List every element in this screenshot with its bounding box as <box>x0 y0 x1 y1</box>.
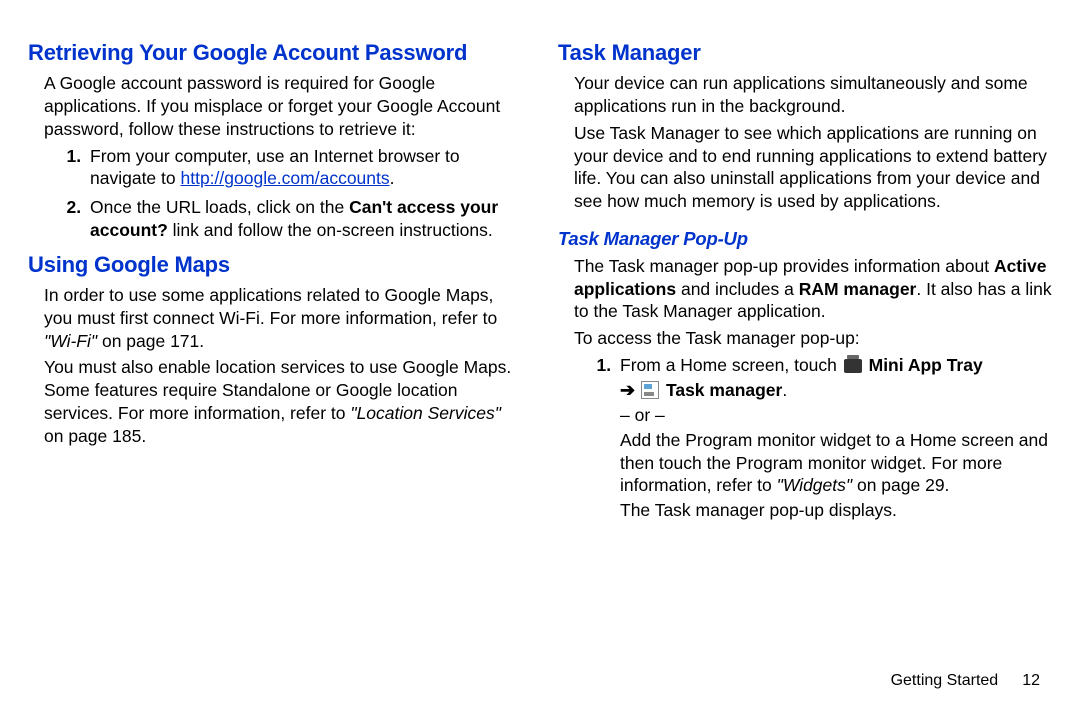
retrieve-intro-text: A Google account password is required fo… <box>44 73 500 139</box>
task-manager-label: Task manager <box>661 380 782 400</box>
maps-p1-a: In order to use some applications relate… <box>44 285 497 328</box>
google-accounts-link[interactable]: http://google.com/accounts <box>180 168 389 188</box>
tmp-a: The Task manager pop-up provides informa… <box>574 256 994 276</box>
tm-step1-a: From a Home screen, touch <box>620 355 842 375</box>
maps-para-1: In order to use some applications relate… <box>28 284 522 352</box>
heading-retrieve-password: Retrieving Your Google Account Password <box>28 40 522 66</box>
mini-app-tray-icon <box>844 359 862 373</box>
tm-popup-para: The Task manager pop-up provides informa… <box>558 255 1052 323</box>
step2-text-a: Once the URL loads, click on the <box>90 197 349 217</box>
tmp-b: and includes a <box>676 279 799 299</box>
tm-steps: From a Home screen, touch Mini App Tray … <box>558 354 1052 522</box>
footer-page-number: 12 <box>1022 672 1040 689</box>
tm-popup-displays: The Task manager pop-up displays. <box>620 499 1052 522</box>
retrieve-intro: A Google account password is required fo… <box>28 72 522 140</box>
step2-text-b: link and follow the on-screen instructio… <box>168 220 493 240</box>
retrieve-step-2: Once the URL loads, click on the Can't a… <box>86 196 522 242</box>
maps-para-2: You must also enable location services t… <box>28 356 522 447</box>
arrow-icon: ➔ <box>620 380 635 400</box>
tm-para-2: Use Task Manager to see which applicatio… <box>558 122 1052 213</box>
tm-access-intro: To access the Task manager pop-up: <box>558 327 1052 350</box>
page-footer: Getting Started 12 <box>891 671 1040 692</box>
location-ref: "Location Services" <box>350 403 501 423</box>
left-column: Retrieving Your Google Account Password … <box>28 40 540 700</box>
right-column: Task Manager Your device can run applica… <box>540 40 1052 700</box>
tm-para-1: Your device can run applications simulta… <box>558 72 1052 118</box>
manual-page: Retrieving Your Google Account Password … <box>0 0 1080 720</box>
mini-app-tray-label: Mini App Tray <box>864 355 983 375</box>
heading-task-manager: Task Manager <box>558 40 1052 66</box>
task-manager-icon <box>641 381 659 399</box>
retrieve-step-1: From your computer, use an Internet brow… <box>86 145 522 191</box>
widgets-ref: "Widgets" <box>777 475 853 495</box>
step1-text-b: . <box>390 168 395 188</box>
maps-p2-b: on page 185. <box>44 426 146 446</box>
wifi-ref: "Wi-Fi" <box>44 331 97 351</box>
retrieve-steps: From your computer, use an Internet brow… <box>28 145 522 242</box>
tm-step1-d: . <box>782 380 787 400</box>
or-divider: – or – <box>620 404 1052 427</box>
tm-step1-e-b: on page 29. <box>852 475 949 495</box>
heading-tm-popup: Task Manager Pop-Up <box>558 227 1052 251</box>
maps-p1-b: on page 171. <box>97 331 204 351</box>
heading-google-maps: Using Google Maps <box>28 252 522 278</box>
ram-manager-bold: RAM manager <box>799 279 917 299</box>
tm-step-1: From a Home screen, touch Mini App Tray … <box>616 354 1052 522</box>
footer-section: Getting Started <box>891 672 999 689</box>
